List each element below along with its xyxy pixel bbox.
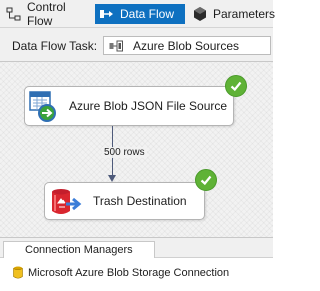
tab-parameters-label: Parameters [213, 7, 276, 21]
data-path-row-count: 500 rows [102, 147, 147, 158]
control-flow-icon [6, 6, 22, 22]
parameters-icon [192, 6, 208, 22]
source-component-label: Azure Blob JSON File Source [69, 99, 228, 113]
data-flow-task-dropdown[interactable]: Azure Blob Sources [103, 36, 271, 55]
trash-destination-icon [48, 186, 82, 223]
storage-connection-icon [13, 266, 23, 279]
designer-tab-strip: Control Flow Data Flow Parameters [0, 0, 276, 28]
tab-data-flow-label: Data Flow [120, 7, 175, 21]
data-flow-icon [99, 6, 115, 22]
tab-control-flow-label: Control Flow [27, 0, 66, 28]
data-path-arrowhead [108, 175, 116, 182]
destination-component-label: Trash Destination [93, 194, 187, 208]
connection-managers-tab-strip: Connection Managers [0, 238, 273, 258]
connection-managers-panel: Connection Managers Microsoft Azure Blob… [0, 237, 273, 291]
connection-manager-label: Microsoft Azure Blob Storage Connection [28, 266, 230, 279]
task-selector-row: Data Flow Task: Azure Blob Sources [0, 28, 273, 62]
tab-data-flow[interactable]: Data Flow [95, 4, 185, 24]
tab-parameters[interactable]: Parameters [188, 4, 276, 24]
data-flow-task-label: Data Flow Task: [12, 39, 98, 53]
azure-blob-json-source-component[interactable]: Azure Blob JSON File Source [24, 86, 234, 126]
data-flow-task-icon [109, 40, 123, 52]
trash-destination-component[interactable]: Trash Destination [44, 182, 205, 220]
tab-connection-managers[interactable]: Connection Managers [3, 241, 155, 258]
connection-manager-item[interactable]: Microsoft Azure Blob Storage Connection [13, 266, 229, 279]
connection-managers-tab-label: Connection Managers [25, 244, 133, 256]
azure-blob-json-source-icon [28, 90, 62, 127]
tab-control-flow[interactable]: Control Flow [2, 0, 92, 28]
data-flow-task-value: Azure Blob Sources [133, 38, 240, 53]
data-flow-canvas[interactable]: Azure Blob JSON File Source 500 rows Tra… [0, 62, 273, 237]
destination-success-check-icon [195, 169, 217, 191]
source-success-check-icon [225, 75, 247, 97]
